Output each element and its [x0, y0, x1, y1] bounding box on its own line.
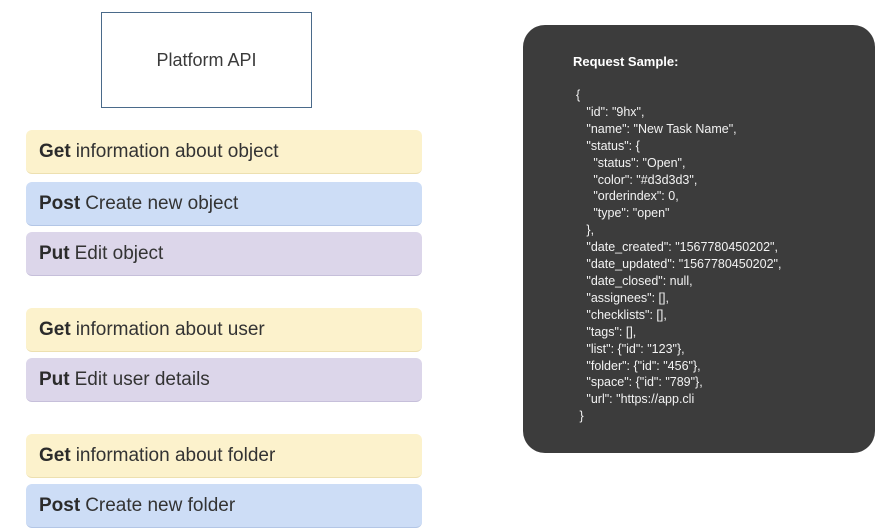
endpoint-description: information about user	[75, 318, 265, 340]
endpoint-description: Edit user details	[74, 368, 210, 390]
endpoint-method: Post	[39, 192, 81, 214]
request-sample-panel: Request Sample: { "id": "9hx", "name": "…	[523, 25, 875, 453]
endpoint-description: information about folder	[75, 444, 276, 466]
endpoint-description: Create new folder	[85, 494, 236, 516]
endpoint-description: Create new object	[85, 192, 239, 214]
endpoint-description: Edit object	[74, 242, 164, 264]
endpoint-put-object[interactable]: Put Edit object	[26, 232, 422, 276]
platform-api-title-box: Platform API	[101, 12, 312, 108]
endpoint-post-folder[interactable]: Post Create new folder	[26, 484, 422, 528]
endpoint-method: Get	[39, 444, 71, 466]
endpoint-method: Get	[39, 318, 71, 340]
endpoint-get-object[interactable]: Get information about object	[26, 130, 422, 174]
endpoint-get-user[interactable]: Get information about user	[26, 308, 422, 352]
platform-api-title: Platform API	[156, 49, 257, 70]
request-sample-label: Request Sample:	[573, 54, 679, 69]
endpoint-method: Get	[39, 140, 71, 162]
endpoint-method: Post	[39, 494, 81, 516]
request-sample-code: { "id": "9hx", "name": "New Task Name", …	[576, 88, 782, 424]
endpoint-method: Put	[39, 242, 70, 264]
endpoint-post-object[interactable]: Post Create new object	[26, 182, 422, 226]
endpoint-method: Put	[39, 368, 70, 390]
endpoint-get-folder[interactable]: Get information about folder	[26, 434, 422, 478]
endpoint-put-user[interactable]: Put Edit user details	[26, 358, 422, 402]
endpoint-description: information about object	[75, 140, 279, 162]
